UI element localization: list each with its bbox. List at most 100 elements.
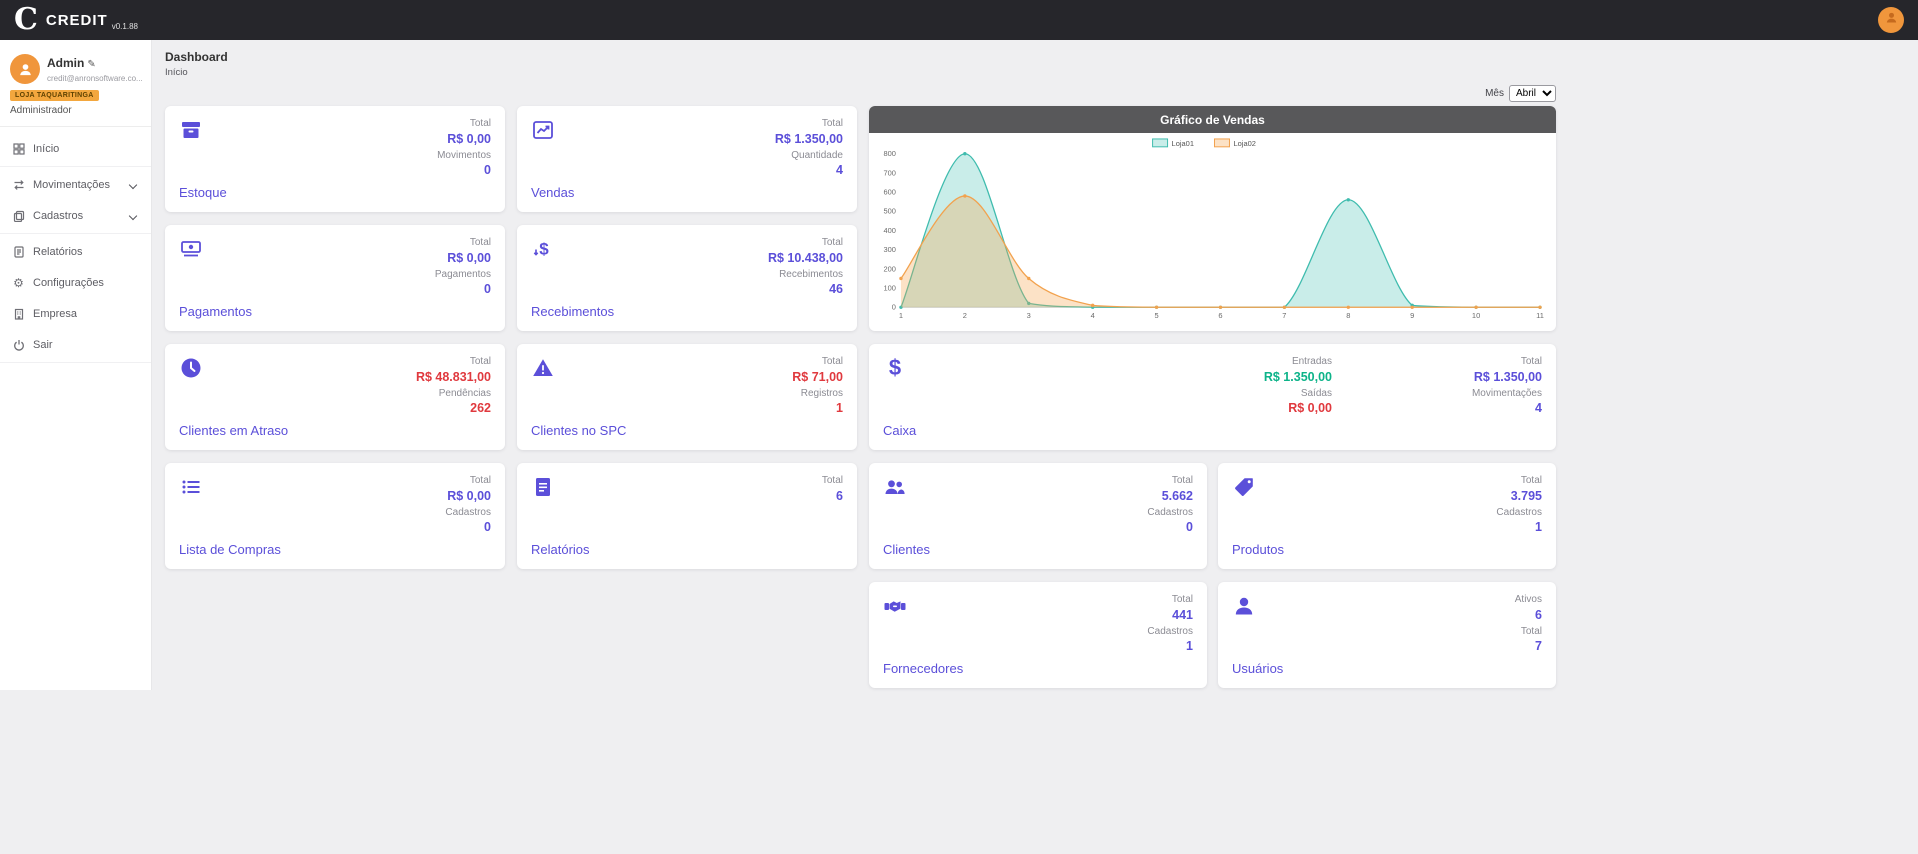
svg-text:400: 400 xyxy=(883,226,895,235)
person-icon xyxy=(1884,10,1899,30)
stat-value: R$ 1.350,00 xyxy=(1264,369,1332,385)
stat-label: Total xyxy=(792,356,843,369)
card-produtos[interactable]: Produtos Total 3.795 Cadastros 1 xyxy=(1218,463,1556,569)
svg-text:100: 100 xyxy=(883,284,895,293)
edit-pencil-icon[interactable]: ✎ xyxy=(87,59,95,70)
stat-label: Total xyxy=(1515,626,1542,639)
stat-label: Registros xyxy=(792,388,843,401)
card-clientes-no-spc[interactable]: Clientes no SPC Total R$ 71,00 Registros… xyxy=(517,344,857,450)
card-title[interactable]: Relatórios xyxy=(531,542,590,557)
card-vendas[interactable]: Vendas Total R$ 1.350,00 Quantidade 4 xyxy=(517,106,857,212)
card-title[interactable]: Estoque xyxy=(179,185,227,200)
sidebar: Admin✎ credit@anronsoftware.co... LOJA T… xyxy=(0,40,152,690)
person-icon xyxy=(17,61,34,78)
stat-label: Recebimentos xyxy=(768,269,843,282)
chart-title: Gráfico de Vendas xyxy=(869,106,1556,133)
card-title[interactable]: Clientes xyxy=(883,542,930,557)
card-title[interactable]: Clientes em Atraso xyxy=(179,423,288,438)
card-clientes-em-atraso[interactable]: Clientes em Atraso Total R$ 48.831,00 Pe… xyxy=(165,344,505,450)
stat-value: 4 xyxy=(1472,400,1542,416)
card-pagamentos[interactable]: Pagamentos Total R$ 0,00 Pagamentos 0 xyxy=(165,225,505,331)
stat-value: 1 xyxy=(792,400,843,416)
sidebar-item-movimentacoes[interactable]: Movimentações xyxy=(0,169,151,200)
sidebar-item-inicio[interactable]: Início xyxy=(0,133,151,164)
svg-text:$: $ xyxy=(889,356,901,380)
card-caixa[interactable]: $ Caixa Entradas R$ 1.350,00 Saídas R$ 0… xyxy=(869,344,1556,450)
sidebar-item-empresa[interactable]: Empresa xyxy=(0,298,151,329)
card-title[interactable]: Lista de Compras xyxy=(179,542,281,557)
stat-value: R$ 0,00 xyxy=(435,250,491,266)
svg-text:300: 300 xyxy=(883,245,895,254)
stat-value: R$ 0,00 xyxy=(437,131,491,147)
svg-text:0: 0 xyxy=(892,303,896,312)
stat-label: Total xyxy=(435,237,491,250)
sidebar-item-sair[interactable]: Sair xyxy=(0,329,151,360)
card-clientes[interactable]: Clientes Total 5.662 Cadastros 0 xyxy=(869,463,1207,569)
svg-text:200: 200 xyxy=(883,264,895,273)
sidebar-item-relatorios[interactable]: Relatórios xyxy=(0,236,151,267)
sidebar-item-cadastros[interactable]: Cadastros xyxy=(0,200,151,231)
card-estoque[interactable]: Estoque Total R$ 0,00 Movimentos 0 xyxy=(165,106,505,212)
stat-value: 1 xyxy=(1496,519,1542,535)
tag-icon xyxy=(1232,475,1256,499)
svg-text:1: 1 xyxy=(899,311,903,320)
user-avatar-button[interactable] xyxy=(1878,7,1904,33)
card-title[interactable]: Produtos xyxy=(1232,542,1284,557)
card-lista-de-compras[interactable]: Lista de Compras Total R$ 0,00 Cadastros… xyxy=(165,463,505,569)
money-bill-icon xyxy=(179,237,203,261)
stat-value: R$ 0,00 xyxy=(445,488,491,504)
card-title[interactable]: Recebimentos xyxy=(531,304,614,319)
stat-label: Saídas xyxy=(1264,388,1332,401)
card-usuarios[interactable]: Usuários Ativos 6 Total 7 xyxy=(1218,582,1556,688)
card-title[interactable]: Pagamentos xyxy=(179,304,252,319)
svg-text:9: 9 xyxy=(1410,311,1414,320)
stat-label: Cadastros xyxy=(1147,507,1193,520)
svg-text:10: 10 xyxy=(1472,311,1480,320)
brand-name: CREDIT xyxy=(46,12,108,29)
sidebar-item-label: Início xyxy=(33,143,59,155)
card-title[interactable]: Caixa xyxy=(883,423,916,438)
stat-label: Cadastros xyxy=(1147,626,1193,639)
stat-label: Movimentações xyxy=(1472,388,1542,401)
stat-label: Total xyxy=(1472,356,1542,369)
stat-label: Movimentos xyxy=(437,150,491,163)
stat-label: Total xyxy=(1147,475,1193,488)
svg-text:8: 8 xyxy=(1346,311,1350,320)
card-recebimentos[interactable]: $ Recebimentos Total R$ 10.438,00 Recebi… xyxy=(517,225,857,331)
report-icon xyxy=(12,245,25,258)
file-icon xyxy=(531,475,555,499)
stat-value: R$ 0,00 xyxy=(1264,400,1332,416)
svg-text:600: 600 xyxy=(883,188,895,197)
card-fornecedores[interactable]: Fornecedores Total 441 Cadastros 1 xyxy=(869,582,1207,688)
power-icon xyxy=(12,338,25,351)
card-title[interactable]: Usuários xyxy=(1232,661,1283,676)
chevron-down-icon xyxy=(129,180,137,188)
stat-label: Total xyxy=(775,118,843,131)
clock-icon xyxy=(179,356,203,380)
stat-value: R$ 1.350,00 xyxy=(775,131,843,147)
stat-value: R$ 10.438,00 xyxy=(768,250,843,266)
card-title[interactable]: Vendas xyxy=(531,185,574,200)
card-title[interactable]: Clientes no SPC xyxy=(531,423,626,438)
stat-value: 3.795 xyxy=(1496,488,1542,504)
svg-text:800: 800 xyxy=(883,149,895,158)
list-icon xyxy=(179,475,203,499)
svg-text:$: $ xyxy=(539,240,549,259)
sidebar-item-label: Relatórios xyxy=(33,246,83,258)
dollar-receive-icon: $ xyxy=(531,237,555,261)
month-select[interactable]: Abril xyxy=(1509,85,1556,102)
exchange-icon xyxy=(12,178,25,191)
stat-label: Total xyxy=(1496,475,1542,488)
stat-label: Pendências xyxy=(416,388,491,401)
stat-label: Total xyxy=(416,356,491,369)
card-title[interactable]: Fornecedores xyxy=(883,661,963,676)
card-relatorios[interactable]: Relatórios Total 6 xyxy=(517,463,857,569)
stat-value: 441 xyxy=(1147,607,1193,623)
svg-text:6: 6 xyxy=(1218,311,1222,320)
stat-label: Total xyxy=(1147,594,1193,607)
sidebar-avatar xyxy=(10,54,40,84)
stat-value: 0 xyxy=(437,162,491,178)
stat-label: Ativos xyxy=(1515,594,1542,607)
sidebar-item-configuracoes[interactable]: ⚙ Configurações xyxy=(0,267,151,298)
page-title: Dashboard xyxy=(165,50,1556,64)
